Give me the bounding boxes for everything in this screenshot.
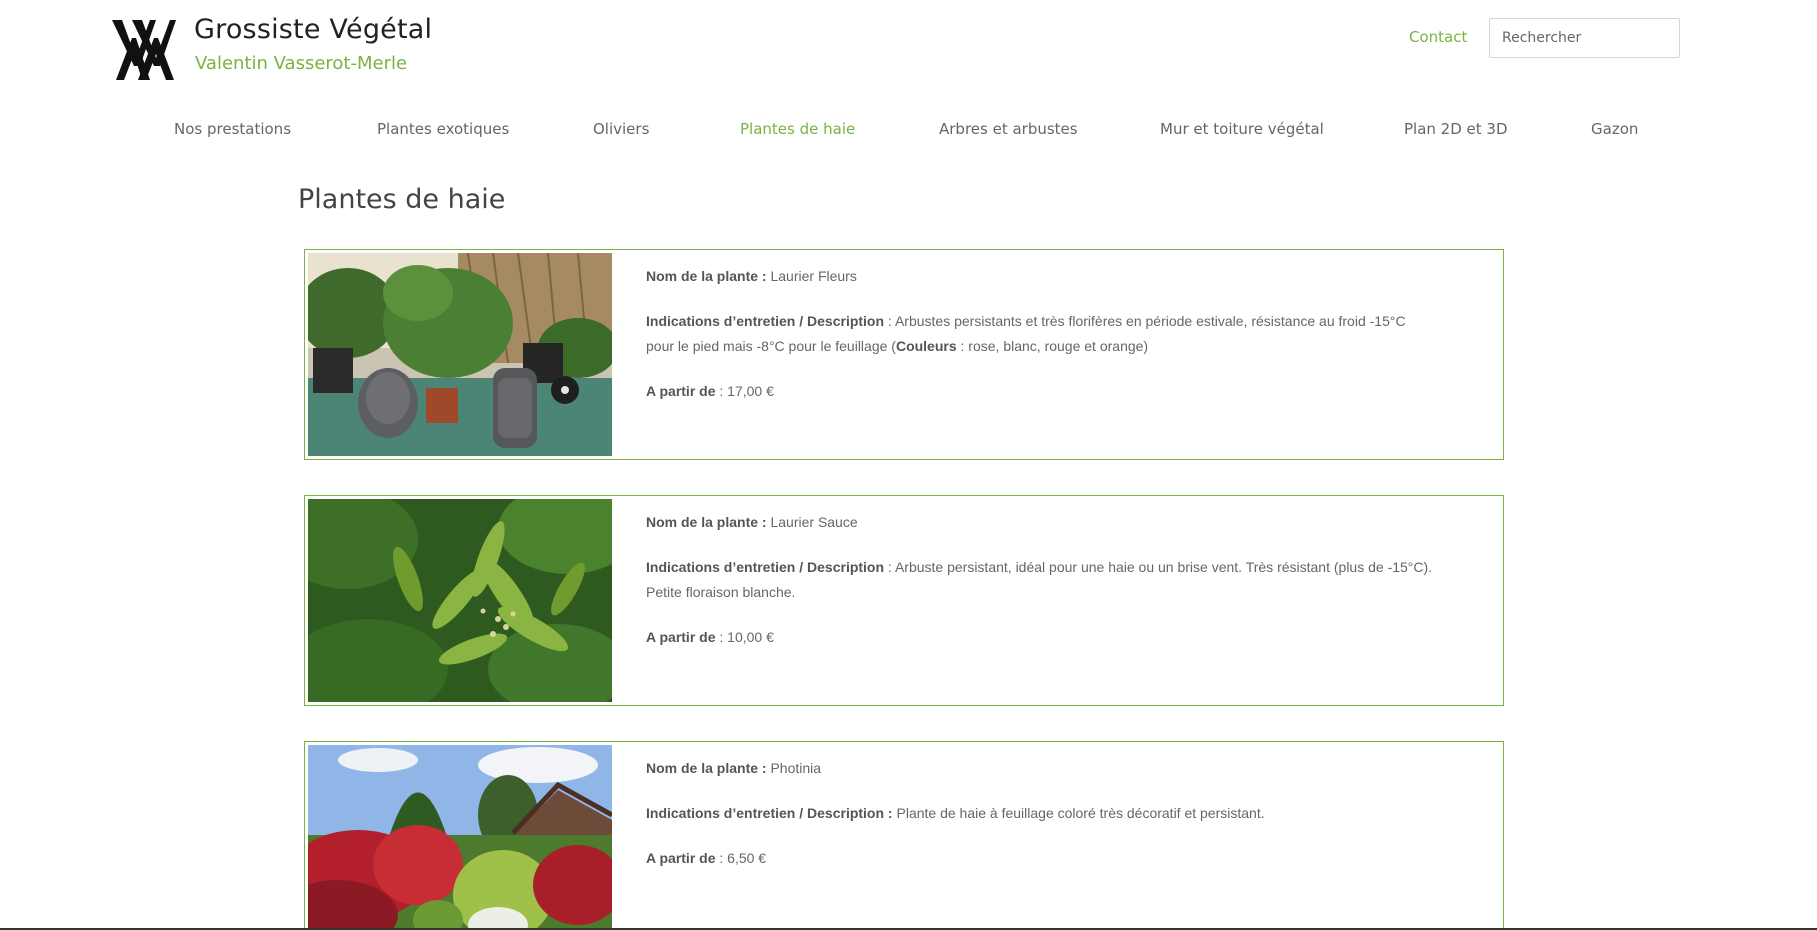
product-price-line: A partir de : 17,00 € [646, 383, 774, 399]
vvm-monogram-icon[interactable] [112, 18, 176, 82]
price-label: A partir de [646, 383, 716, 399]
page-title: Plantes de haie [298, 184, 506, 215]
product-info: Nom de la plante : Photinia Indications … [646, 756, 1436, 891]
product-price-line: A partir de : 10,00 € [646, 629, 774, 645]
nav-item-arbres-et-arbustes[interactable]: Arbres et arbustes [939, 120, 1078, 138]
nav-item-nos-prestations[interactable]: Nos prestations [174, 120, 291, 138]
name-label: Nom de la plante : [646, 514, 767, 530]
product-info: Nom de la plante : Laurier Sauce Indicat… [646, 510, 1436, 670]
nav-item-plantes-de-haie[interactable]: Plantes de haie [740, 120, 855, 138]
product-price: 6,50 € [727, 850, 767, 866]
product-name: Photinia [770, 760, 822, 776]
price-label: A partir de [646, 850, 716, 866]
price-label: A partir de [646, 629, 716, 645]
laurier-fleurs-photo [308, 253, 612, 456]
colors-label: Couleurs [895, 338, 957, 354]
product-name-line: Nom de la plante : Photinia [646, 756, 1436, 781]
product-price-line: A partir de : 6,50 € [646, 850, 767, 866]
product-card: Nom de la plante : Laurier Sauce Indicat… [304, 495, 1504, 706]
product-price: 10,00 € [727, 629, 774, 645]
nav-item-plantes-exotiques[interactable]: Plantes exotiques [377, 120, 509, 138]
main-nav: Nos prestations Plantes exotiques Olivie… [0, 116, 1817, 146]
product-name-line: Nom de la plante : Laurier Fleurs [646, 264, 1436, 289]
contact-link[interactable]: Contact [1409, 28, 1467, 46]
name-label: Nom de la plante : [646, 760, 767, 776]
product-price: 17,00 € [727, 383, 774, 399]
product-card: Nom de la plante : Laurier Fleurs Indica… [304, 249, 1504, 460]
nav-item-oliviers[interactable]: Oliviers [593, 120, 649, 138]
brand-subtitle[interactable]: Valentin Vasserot-Merle [195, 53, 407, 74]
product-name: Laurier Fleurs [770, 268, 857, 284]
description-label: Indications d’entretien / Description [646, 559, 885, 575]
brand-title[interactable]: Grossiste Végétal [194, 14, 432, 45]
product-card: Nom de la plante : Photinia Indications … [304, 741, 1504, 930]
colors-text: : rose, blanc, rouge et orange) [956, 338, 1149, 354]
nav-item-plan-2d-3d[interactable]: Plan 2D et 3D [1404, 120, 1508, 138]
site-header: Grossiste Végétal Valentin Vasserot-Merl… [0, 0, 1817, 100]
product-name: Laurier Sauce [770, 514, 858, 530]
photinia-photo [308, 745, 612, 930]
description-separator: : [884, 313, 895, 329]
nav-item-gazon[interactable]: Gazon [1591, 120, 1638, 138]
product-info: Nom de la plante : Laurier Fleurs Indica… [646, 264, 1436, 424]
description-label: Indications d’entretien / Description [646, 313, 885, 329]
product-description-line: Indications d’entretien / Description : … [646, 555, 1436, 605]
description-separator: : [884, 559, 895, 575]
product-name-line: Nom de la plante : Laurier Sauce [646, 510, 1436, 535]
product-description-line: Indications d’entretien / Description : … [646, 801, 1436, 826]
search-input[interactable] [1489, 18, 1680, 58]
product-description-line: Indications d’entretien / Description : … [646, 309, 1436, 359]
description-label: Indications d’entretien / Description [646, 805, 885, 821]
product-description: Plante de haie à feuillage coloré très d… [896, 805, 1265, 821]
laurier-sauce-photo [308, 499, 612, 702]
nav-item-mur-et-toiture[interactable]: Mur et toiture végétal [1160, 120, 1324, 138]
name-label: Nom de la plante : [646, 268, 767, 284]
description-separator: : [884, 805, 897, 821]
